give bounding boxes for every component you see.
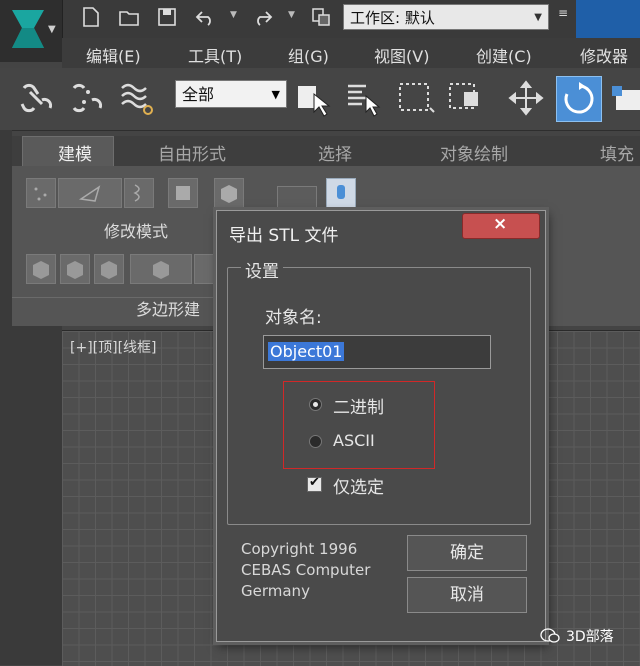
tab-modeling[interactable]: 建模 [58, 140, 92, 165]
watermark-text: 3D部落 [566, 629, 614, 645]
selection-filter-value: 全部 [182, 85, 215, 104]
object-name-input[interactable]: Object01 [263, 335, 491, 369]
object-name-value: Object01 [268, 342, 345, 361]
menu-edit[interactable]: 编辑(E) [86, 43, 141, 67]
polygon-icon [176, 186, 190, 200]
ribbon-tab-bar: 建模 自由形式 选择 对象绘制 填充 [12, 136, 640, 166]
undo-icon[interactable] [194, 6, 216, 28]
menu-bar: 编辑(E) 工具(T) 组(G) 视图(V) 创建(C) 修改器 [62, 38, 640, 69]
group-label-modify-mode: 修改模式 [104, 222, 169, 241]
edge-icon [78, 185, 101, 202]
rectangular-selection-icon[interactable] [396, 78, 436, 118]
cube-icon [101, 261, 117, 279]
link-icon[interactable] [16, 78, 56, 118]
redo-icon[interactable] [252, 6, 274, 28]
window-crossing-icon[interactable] [446, 78, 486, 118]
app-logo-icon [12, 10, 44, 48]
bevel-button[interactable] [60, 254, 90, 284]
chevron-down-icon: ▼ [534, 12, 542, 23]
vertex-mode-button[interactable] [26, 178, 56, 208]
selected-only-label[interactable]: 仅选定 [333, 473, 384, 498]
bind-spacewarp-icon[interactable] [118, 78, 158, 118]
copyright-line: CEBAS Computer [241, 561, 371, 579]
group-label-polygon-modeling: 多边形建 [136, 300, 201, 319]
workspace-value: 工作区: 默认 [350, 9, 435, 27]
copyright-line: Germany [241, 582, 310, 600]
left-side-panel [12, 326, 62, 665]
dialog-close-button[interactable]: × [462, 213, 540, 239]
ascii-radio[interactable] [309, 435, 322, 448]
dialog-title: 导出 STL 文件 [229, 226, 339, 246]
export-stl-dialog: 导出 STL 文件 × 设置 对象名: Object01 二进制 ASCII ✔… [216, 210, 546, 642]
chevron-down-icon: ▼ [48, 24, 56, 35]
workspace-select[interactable]: 工作区: 默认 ▼ [343, 4, 549, 30]
left-panel-strip [0, 130, 12, 665]
application-button[interactable]: ▼ [0, 0, 63, 62]
menu-create[interactable]: 创建(C) [476, 43, 532, 67]
menu-toggle-icon[interactable]: ≡ [558, 6, 572, 28]
bridge-button[interactable] [130, 254, 192, 284]
new-file-icon[interactable] [80, 6, 102, 28]
scale-icon[interactable] [610, 78, 640, 118]
cube-icon [153, 261, 169, 279]
title-bar-accent [576, 0, 640, 38]
tab-object-paint[interactable]: 对象绘制 [440, 140, 508, 165]
menu-group[interactable]: 组(G) [288, 43, 329, 67]
copyright-line: Copyright 1996 [241, 540, 358, 558]
menu-modifiers[interactable]: 修改器 [580, 43, 628, 67]
rotate-icon [564, 82, 594, 114]
close-icon: × [493, 214, 508, 234]
object-name-label: 对象名: [265, 308, 322, 328]
viewport-label[interactable]: [+][顶][线框] [70, 337, 157, 357]
selection-filter-select[interactable]: 全部 ▼ [175, 80, 287, 108]
vertex-icon [34, 187, 47, 201]
wechat-icon [540, 628, 560, 643]
cancel-button[interactable]: 取消 [407, 577, 527, 613]
project-folder-icon[interactable] [310, 6, 332, 28]
inset-button[interactable] [94, 254, 124, 284]
rotate-button[interactable] [556, 76, 602, 122]
tab-freeform[interactable]: 自由形式 [158, 140, 226, 165]
binary-label[interactable]: 二进制 [333, 393, 384, 418]
move-icon[interactable] [506, 78, 546, 118]
menu-tools[interactable]: 工具(T) [188, 43, 242, 67]
ok-button[interactable]: 确定 [407, 535, 527, 571]
undo-dropdown-icon[interactable]: ▼ [230, 10, 237, 20]
select-object-icon[interactable] [294, 78, 334, 118]
selected-only-checkbox[interactable]: ✔ [307, 475, 322, 492]
binary-radio[interactable] [309, 398, 322, 411]
chevron-down-icon: ▼ [271, 88, 280, 101]
extrude-button[interactable] [26, 254, 56, 284]
cube-icon [67, 261, 83, 279]
save-icon[interactable] [156, 6, 178, 28]
checkmark-icon: ✔ [309, 475, 320, 490]
open-folder-icon[interactable] [118, 6, 140, 28]
border-mode-button[interactable] [124, 178, 154, 208]
polygon-mode-button[interactable] [168, 178, 198, 208]
copyright-text: Copyright 1996 CEBAS Computer Germany [241, 539, 370, 602]
ribbon-divider [12, 297, 222, 298]
tab-populate[interactable]: 填充 [600, 140, 634, 165]
menu-view[interactable]: 视图(V) [374, 43, 429, 67]
edge-mode-button[interactable] [58, 178, 122, 208]
unlink-icon[interactable] [66, 78, 106, 118]
main-toolbar: 全部 ▼ [0, 68, 640, 131]
tab-selection[interactable]: 选择 [318, 140, 352, 165]
highlight-tool-button[interactable] [326, 178, 356, 208]
border-icon [133, 184, 140, 202]
ascii-label[interactable]: ASCII [333, 431, 375, 450]
element-mode-button[interactable] [214, 178, 244, 208]
settings-group-label: 设置 [241, 257, 283, 282]
cube-icon [33, 261, 49, 279]
element-icon [221, 185, 237, 203]
light-bulb-icon [337, 185, 345, 199]
select-by-name-icon[interactable] [344, 78, 384, 118]
redo-dropdown-icon[interactable]: ▼ [288, 10, 295, 20]
